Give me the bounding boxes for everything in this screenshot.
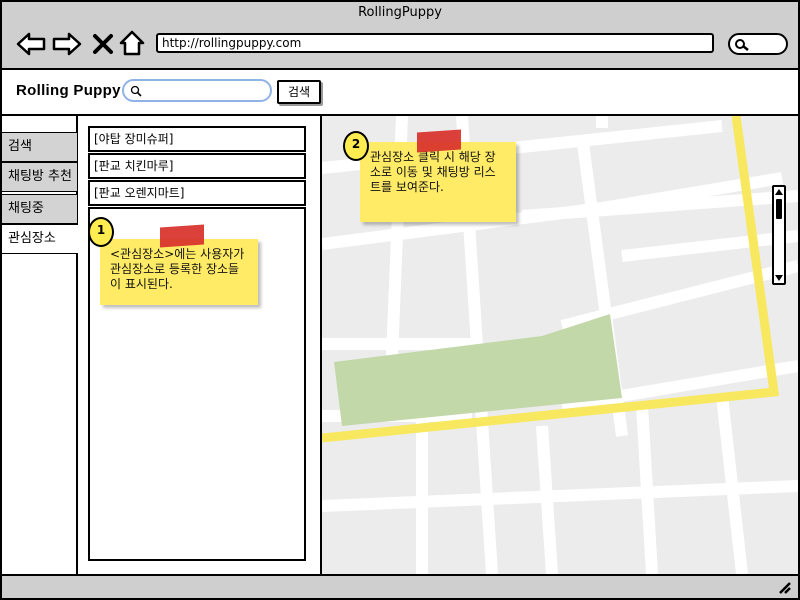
tab-search[interactable]: 검색: [2, 132, 78, 162]
list-item[interactable]: [판교 치킨마루]: [88, 153, 306, 179]
sticky-note-1: <관심장소>에는 사용자가 관심장소로 등록한 장소들이 표시된다.: [100, 239, 258, 305]
forward-arrow-icon[interactable]: [52, 31, 82, 61]
favorites-panel: [야탑 장미슈퍼] [판교 치킨마루] [판교 오렌지마트]: [78, 116, 322, 574]
search-box[interactable]: [122, 79, 272, 102]
sticky-tape: [417, 129, 461, 153]
resize-grip-icon[interactable]: [776, 580, 792, 594]
sticky-note-2: 관심장소 클릭 시 해당 장소로 이동 및 채팅방 리스트를 보여준다.: [360, 142, 516, 222]
note-number-badge: 1: [88, 217, 114, 247]
scroll-thumb[interactable]: [776, 199, 782, 219]
scroll-down-arrow-icon[interactable]: [775, 274, 783, 282]
tab-chat-recommend[interactable]: 채팅방 추천: [2, 162, 78, 192]
note-number-badge: 2: [343, 131, 369, 161]
search-icon: [130, 85, 142, 97]
window-title: RollingPuppy: [2, 2, 798, 24]
back-arrow-icon[interactable]: [16, 31, 46, 61]
left-nav: 검색 채팅방 추천 채팅중 관심장소: [2, 116, 78, 574]
browser-search-field[interactable]: [728, 33, 788, 55]
tab-chatting[interactable]: 채팅중: [2, 194, 78, 224]
search-icon: [735, 39, 749, 51]
home-icon[interactable]: [118, 29, 148, 59]
browser-toolbar: http://rollingpuppy.com: [2, 24, 798, 70]
brand-title: Rolling Puppy: [16, 82, 121, 99]
list-item[interactable]: [판교 오렌지마트]: [88, 180, 306, 206]
search-input[interactable]: [146, 83, 266, 98]
tab-favorites[interactable]: 관심장소: [2, 224, 78, 254]
list-item[interactable]: [야탑 장미슈퍼]: [88, 126, 306, 152]
map-scrollbar[interactable]: [772, 185, 786, 285]
app-header: Rolling Puppy 검색: [2, 70, 798, 116]
scroll-up-arrow-icon[interactable]: [775, 188, 783, 196]
url-bar[interactable]: http://rollingpuppy.com: [156, 33, 714, 53]
sticky-tape: [160, 224, 204, 248]
search-button[interactable]: 검색: [277, 80, 321, 104]
status-bar: [2, 574, 798, 598]
